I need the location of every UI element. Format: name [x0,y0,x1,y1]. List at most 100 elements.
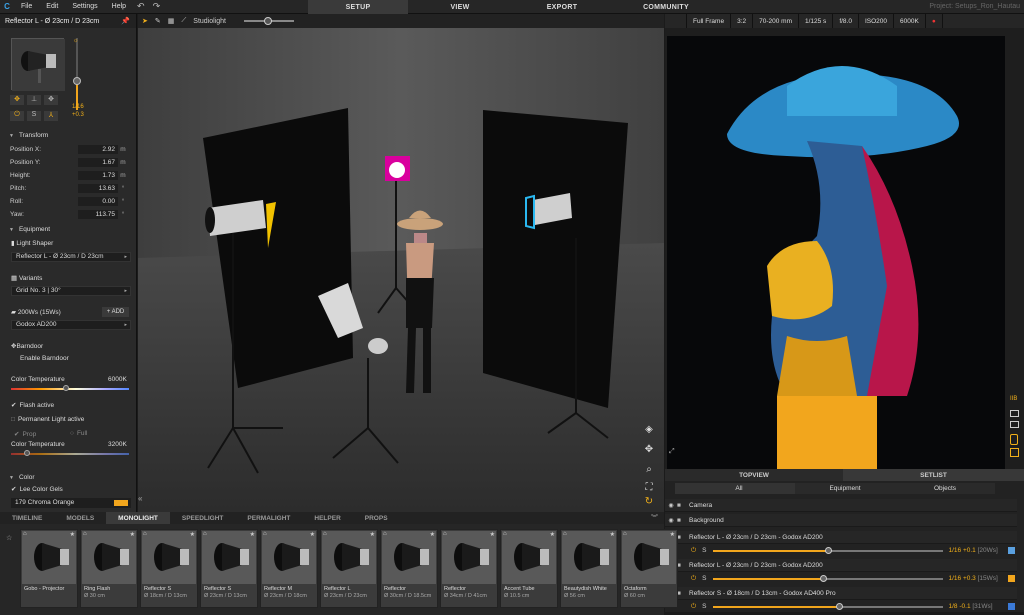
sensor-dropdown[interactable]: Full Frame [687,14,732,28]
favorite-star-icon[interactable]: ★ [610,531,615,538]
grid-overlay-icon[interactable] [1010,421,1019,428]
power-icon[interactable]: ⏻ [691,603,696,611]
color-wheel-icon[interactable]: ● [926,14,943,28]
split-view-icon[interactable] [1010,410,1019,417]
settings-icon[interactable]: S [702,547,706,554]
tab-view[interactable]: VIEW [410,0,510,14]
setlist-light-row[interactable]: ◉■Reflector L - Ø 23cm / D 23cm - Godox … [665,531,1017,544]
flash-dropdown[interactable]: Godox AD200 ▸ [11,320,131,330]
redo-icon[interactable]: ↷ [149,1,165,12]
tab-export[interactable]: EXPORT [512,0,612,14]
light-power-slider[interactable] [712,574,943,582]
section-color[interactable]: ▼ Color [0,472,136,483]
library-card[interactable]: ⌂ ★ Gobo - Projector [20,529,78,608]
library-card[interactable]: ⌂ ★ Beautydish White Ø 56 cm [560,529,618,608]
orbit-icon[interactable]: ◈ [642,424,656,438]
favorite-star-icon[interactable]: ★ [670,531,675,538]
move-icon[interactable]: ✥ [10,95,24,105]
lee-gels-checkbox[interactable]: ✔ Lee Color Gels [11,485,63,493]
library-card[interactable]: ⌂ ★ Accent Tube Ø 10.5 cm [500,529,558,608]
favorite-star-icon[interactable]: ★ [190,531,195,538]
power-icon[interactable]: ⏻ [691,575,696,583]
color-temp-slider[interactable] [11,388,129,390]
collapse-library-icon[interactable]: ︾ [651,513,664,523]
tab-setlist[interactable]: SETLIST [843,469,1024,481]
favorite-star-icon[interactable]: ★ [370,531,375,538]
setlist-camera-row[interactable]: ◉ ■ Camera [665,499,1017,512]
tab-props[interactable]: PROPS [353,512,400,524]
subtab-equipment[interactable]: Equipment [795,483,895,494]
menu-file[interactable]: File [14,3,39,10]
settings-icon[interactable]: S [702,603,706,610]
undo-icon[interactable]: ↶ [133,1,149,12]
prop-radio[interactable]: ✔ Prop [14,430,36,438]
eye-icon[interactable]: ◉ [665,517,677,524]
setlist-light-row[interactable]: ◉■Reflector L - Ø 23cm / D 23cm - Godox … [665,559,1017,572]
favorite-star-icon[interactable]: ★ [430,531,435,538]
permanent-light-checkbox[interactable]: □ Permanent Light active [11,416,84,423]
fullscreen-icon[interactable]: ⤢ [669,448,675,456]
tab-timeline[interactable]: TIMELINE [0,512,54,524]
favorite-star-icon[interactable]: ★ [70,531,75,538]
power-slider-knob[interactable] [73,77,81,85]
settings-icon[interactable]: S [702,575,706,582]
exposure-icon[interactable]: IIB [1010,396,1017,402]
height-icon[interactable]: ⊥ [27,95,41,105]
camera-menu-icon[interactable] [665,14,687,28]
section-equipment[interactable]: ▼ Equipment [0,224,136,235]
target-icon[interactable]: ⅄ [44,111,58,121]
3d-viewport[interactable]: ➤ ✎ ▦ ⟋ Studiolight ◈ ✥ ⌕ ⛶ ↻ « [138,14,664,512]
aspect-dropdown[interactable]: 3:2 [731,14,754,28]
pen-icon[interactable]: ✎ [155,17,161,25]
enable-barndoor-checkbox[interactable]: Enable Barndoor [20,355,69,362]
light-power-slider[interactable] [712,602,943,610]
light-shaper-dropdown[interactable]: Reflector L - Ø 23cm / D 23cm ▸ [11,252,131,262]
rotate-icon[interactable]: ✥ [44,95,58,105]
section-transform[interactable]: ▼ Transform [0,130,136,141]
pitch-input[interactable]: 13.63 [78,183,118,193]
library-card[interactable]: ⌂ ★ Octaform Ø 60 cm [620,529,678,608]
favorite-star-icon[interactable]: ★ [550,531,555,538]
iso-dropdown[interactable]: ISO200 [859,14,895,28]
pin-icon[interactable]: 📌 [121,17,130,25]
height-input[interactable]: 1.73 [78,170,118,180]
pan-icon[interactable]: ✥ [642,444,656,458]
eye-icon[interactable]: ◉ [665,502,677,509]
light-power-slider[interactable] [712,546,943,554]
favorite-star-icon[interactable]: ★ [490,531,495,538]
full-radio[interactable]: ○ Full [70,430,87,437]
reset-view-icon[interactable]: ↻ [642,496,656,510]
settings-icon[interactable]: S [27,111,41,121]
favorite-star-icon[interactable]: ★ [250,531,255,538]
grid-icon[interactable]: ▦ [168,17,175,25]
aperture-dropdown[interactable]: f/8.0 [833,14,859,28]
fit-view-icon[interactable]: ⛶ [642,482,656,496]
menu-help[interactable]: Help [105,3,133,10]
tab-monolight[interactable]: MONOLIGHT [106,512,170,524]
flash-active-checkbox[interactable]: ✔ Flash active [11,401,54,409]
studiolight-knob[interactable] [264,17,272,25]
cursor-icon[interactable]: ➤ [142,17,148,25]
tab-helper[interactable]: HELPER [302,512,352,524]
tab-speedlight[interactable]: SPEEDLIGHT [170,512,236,524]
zoom-icon[interactable]: ⌕ [642,464,656,478]
library-card[interactable]: ⌂ ★ Reflector SØ 18cm / D 13cm [140,529,198,608]
setlist-light-row[interactable]: ◉■Reflector S - Ø 18cm / D 13cm - Godox … [665,587,1017,600]
color-temp2-knob[interactable] [24,450,30,456]
library-card[interactable]: ⌂ ★ Reflector Ø 30cm / D 18.5cm [380,529,438,608]
power-toggle-icon[interactable]: ⏻ [10,111,24,121]
tab-community[interactable]: COMMUNITY [614,0,718,14]
tab-models[interactable]: MODELS [54,512,106,524]
add-flash-button[interactable]: + ADD [102,307,129,317]
favorite-star-icon[interactable]: ★ [130,531,135,538]
gel-dropdown[interactable]: 179 Chroma Orange [11,498,131,508]
power-slider[interactable] [73,38,81,110]
roll-input[interactable]: 0.00 [78,196,118,206]
measure-icon[interactable]: ⟋ [181,17,186,25]
menu-edit[interactable]: Edit [39,3,65,10]
library-card[interactable]: ⌂ ★ Reflector LØ 23cm / D 23cm [320,529,378,608]
favorite-star-icon[interactable]: ★ [310,531,315,538]
lens-dropdown[interactable]: 70-200 mm [753,14,799,28]
phone-icon[interactable] [1010,434,1018,445]
library-card[interactable]: ⌂ ★ Ring Flash Ø 30 cm [80,529,138,608]
